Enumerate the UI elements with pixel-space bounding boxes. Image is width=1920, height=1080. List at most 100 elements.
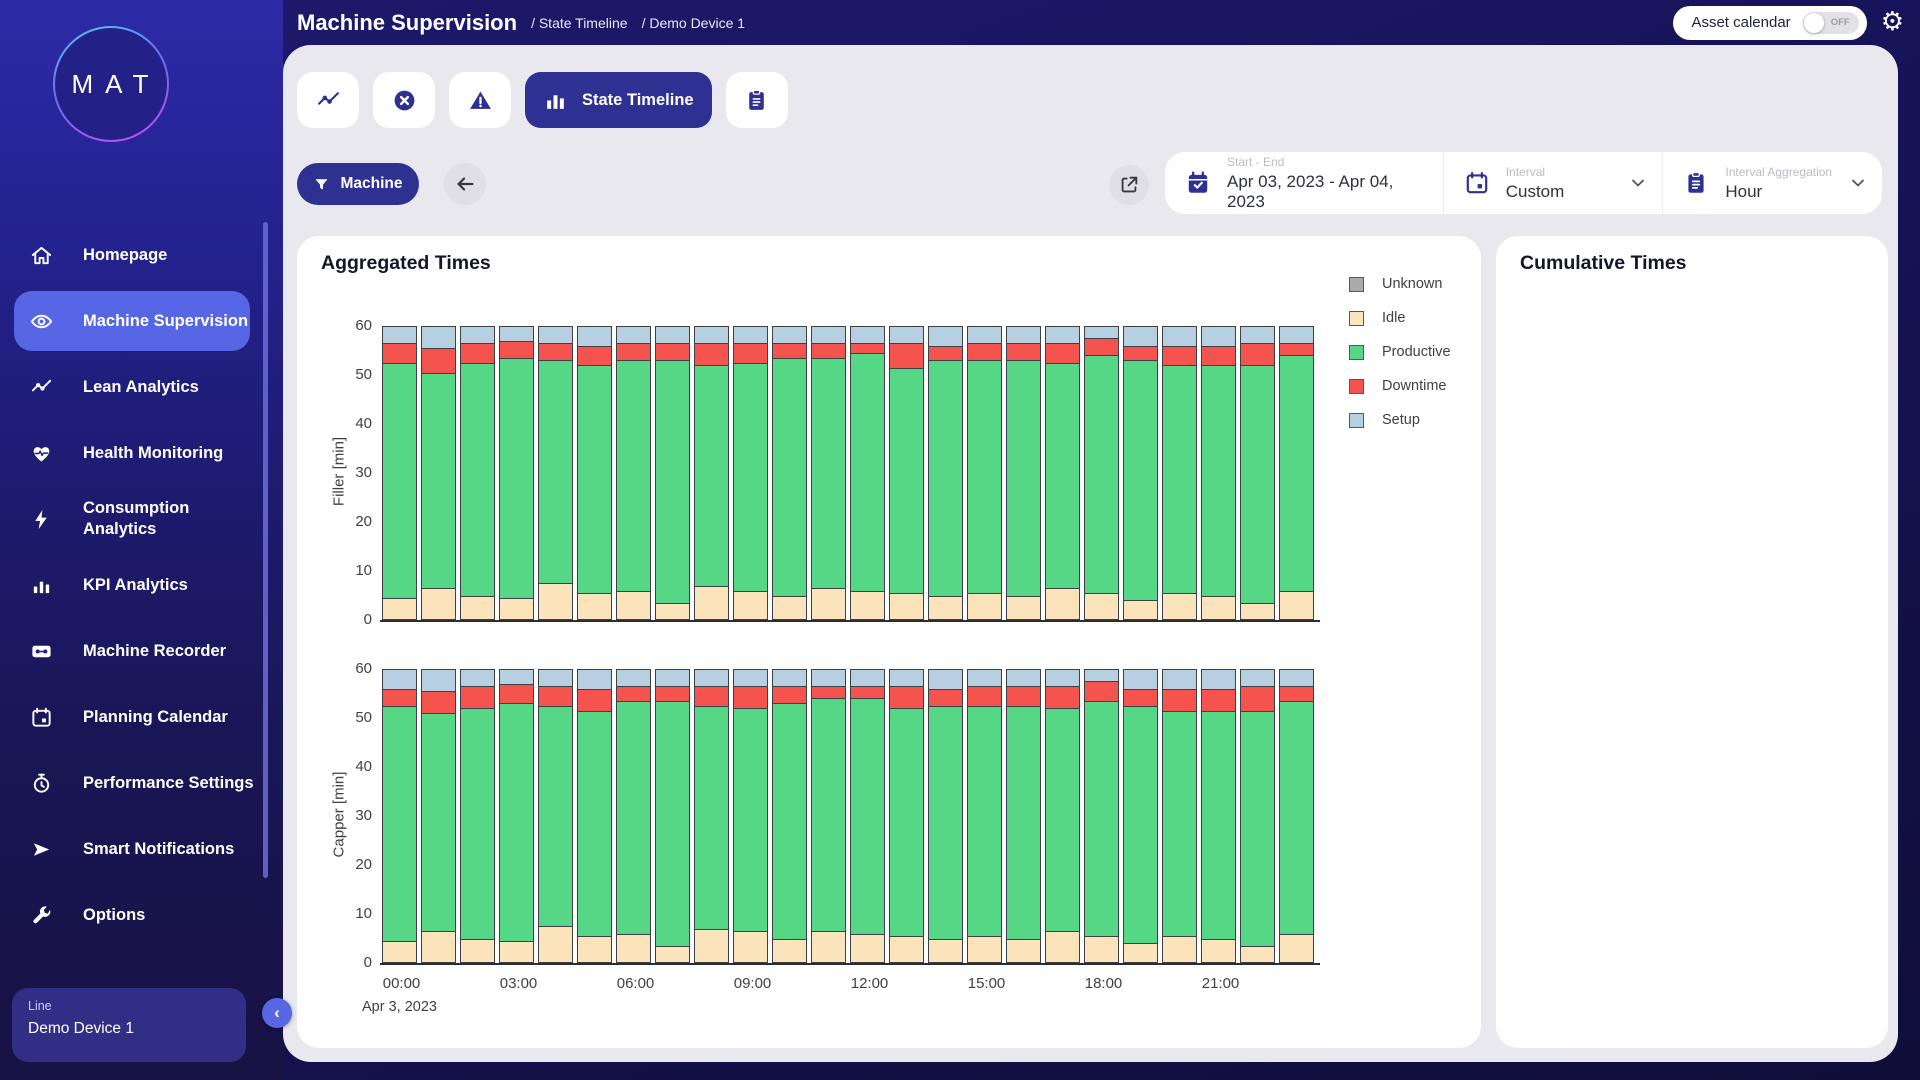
back-button[interactable] (444, 163, 486, 205)
sidebar-item-consumption-analytics[interactable]: Consumption Analytics (0, 486, 266, 552)
bar-segment-productive (655, 360, 690, 603)
stacked-bar-06:00 (616, 669, 651, 963)
bar-segment-setup (811, 326, 846, 343)
legend-swatch (1349, 413, 1364, 428)
bar-segment-productive (1201, 711, 1236, 939)
bar-segment-downtime (967, 343, 1002, 360)
bar-segment-idle (616, 591, 651, 620)
bar-segment-setup (928, 326, 963, 346)
tab-warning-triangle[interactable] (449, 72, 511, 128)
chevron-left-icon: ‹ (274, 1003, 280, 1023)
bar-segment-idle (694, 929, 729, 963)
bar-segment-downtime (772, 686, 807, 703)
bar-segment-setup (1006, 669, 1041, 686)
sidebar-item-label: Homepage (83, 245, 167, 266)
bar-segment-productive (928, 360, 963, 595)
tab-clipboard[interactable] (726, 72, 788, 128)
sidebar-item-smart-notifications[interactable]: Smart Notifications (0, 816, 266, 882)
asset-calendar-switch[interactable]: OFF (1803, 12, 1859, 34)
sidebar-item-label: Machine Recorder (83, 641, 226, 662)
toggle-state-label: OFF (1831, 17, 1850, 28)
stacked-bar-21:00 (1201, 669, 1236, 963)
tab-trend-line[interactable] (297, 72, 359, 128)
bar-segment-idle (772, 939, 807, 964)
bar-segment-downtime (421, 691, 456, 713)
legend-item-setup[interactable]: Setup (1349, 412, 1451, 428)
bar-segment-downtime (1162, 689, 1197, 711)
clipboard-icon (744, 88, 769, 113)
bar-segment-setup (1084, 669, 1119, 681)
bar-segment-productive (382, 706, 417, 941)
x-axis-date-label: Apr 3, 2023 (362, 999, 437, 1015)
stopwatch-icon (30, 772, 53, 795)
stacked-bar-06:00 (616, 326, 651, 620)
legend-item-productive[interactable]: Productive (1349, 344, 1451, 360)
machine-filter-button[interactable]: Machine (297, 163, 419, 205)
sidebar-collapse-button[interactable]: ‹ (262, 998, 292, 1028)
bar-segment-idle (421, 931, 456, 963)
bar-segment-productive (499, 358, 534, 598)
sidebar-item-health-monitoring[interactable]: Health Monitoring (0, 420, 266, 486)
device-card[interactable]: Line Demo Device 1 (12, 988, 246, 1062)
breadcrumb-item[interactable]: / Demo Device 1 (642, 15, 745, 31)
sidebar-item-performance-settings[interactable]: Performance Settings (0, 750, 266, 816)
bar-segment-setup (499, 669, 534, 684)
bar-segment-productive (616, 701, 651, 934)
stacked-bar-01:00 (421, 326, 456, 620)
settings-gear-icon[interactable]: ⚙ (1881, 0, 1904, 45)
bar-segment-setup (655, 326, 690, 343)
bar-segment-downtime (1279, 686, 1314, 701)
sidebar-item-machine-recorder[interactable]: Machine Recorder (0, 618, 266, 684)
stacked-bar-04:00 (538, 326, 573, 620)
bar-segment-idle (382, 598, 417, 620)
y-tick-label: 10 (328, 905, 372, 922)
bar-segment-idle (694, 586, 729, 620)
bar-segment-productive (1123, 360, 1158, 600)
bar-segment-productive (1006, 706, 1041, 939)
clipboard-icon (1683, 170, 1709, 196)
stacked-bar-16:00 (1006, 669, 1041, 963)
chevron-down-icon (1628, 173, 1648, 193)
sidebar-item-homepage[interactable]: Homepage (0, 222, 266, 288)
export-button[interactable] (1109, 165, 1149, 205)
machine-filter-label: Machine (340, 175, 402, 193)
aggregated-times-title: Aggregated Times (321, 252, 491, 275)
tab-label: State Timeline (582, 91, 694, 110)
stacked-bar-10:00 (772, 669, 807, 963)
legend-item-unknown[interactable]: Unknown (1349, 276, 1451, 292)
bar-segment-productive (1045, 708, 1080, 931)
stacked-bar-22:00 (1240, 669, 1275, 963)
bar-segment-productive (889, 708, 924, 936)
legend-label: Productive (1382, 344, 1451, 360)
tab-circle-x[interactable] (373, 72, 435, 128)
tab-state-timeline[interactable]: State Timeline (525, 72, 712, 128)
breadcrumb-item[interactable]: / State Timeline (531, 15, 628, 31)
legend-item-idle[interactable]: Idle (1349, 310, 1451, 326)
stacked-bar-16:00 (1006, 326, 1041, 620)
field-value: Apr 03, 2023 - Apr 04, 2023 (1227, 172, 1429, 212)
bar-segment-setup (1123, 326, 1158, 346)
app-logo-text: MAT (55, 28, 167, 140)
x-tick-label: 09:00 (734, 975, 772, 992)
filter-row: Machine Start - End Apr 03, 2023 - Apr 0… (297, 152, 1882, 214)
sidebar-item-machine-supervision[interactable]: Machine Supervision (0, 288, 266, 354)
filter-field-start-end[interactable]: Start - End Apr 03, 2023 - Apr 04, 2023 (1165, 152, 1443, 214)
legend-item-downtime[interactable]: Downtime (1349, 378, 1451, 394)
sidebar-scrollbar[interactable] (263, 222, 268, 878)
filter-field-interval[interactable]: Interval Custom (1443, 152, 1663, 214)
stacked-bar-23:00 (1279, 669, 1314, 963)
bar-segment-setup (616, 326, 651, 343)
sidebar-item-options[interactable]: Options (0, 882, 266, 948)
bar-segment-setup (967, 669, 1002, 686)
bar-segment-downtime (1123, 346, 1158, 361)
asset-calendar-toggle-pill[interactable]: Asset calendar OFF (1673, 6, 1866, 40)
sidebar-item-kpi-analytics[interactable]: KPI Analytics (0, 552, 266, 618)
sidebar-item-planning-calendar[interactable]: Planning Calendar (0, 684, 266, 750)
bar-segment-productive (889, 368, 924, 593)
bar-segment-productive (538, 360, 573, 583)
bar-segment-productive (850, 698, 885, 933)
bar-segment-downtime (1279, 343, 1314, 355)
sidebar-item-lean-analytics[interactable]: Lean Analytics (0, 354, 266, 420)
filter-field-interval-aggregation[interactable]: Interval Aggregation Hour (1662, 152, 1882, 214)
bar-segment-productive (772, 703, 807, 938)
